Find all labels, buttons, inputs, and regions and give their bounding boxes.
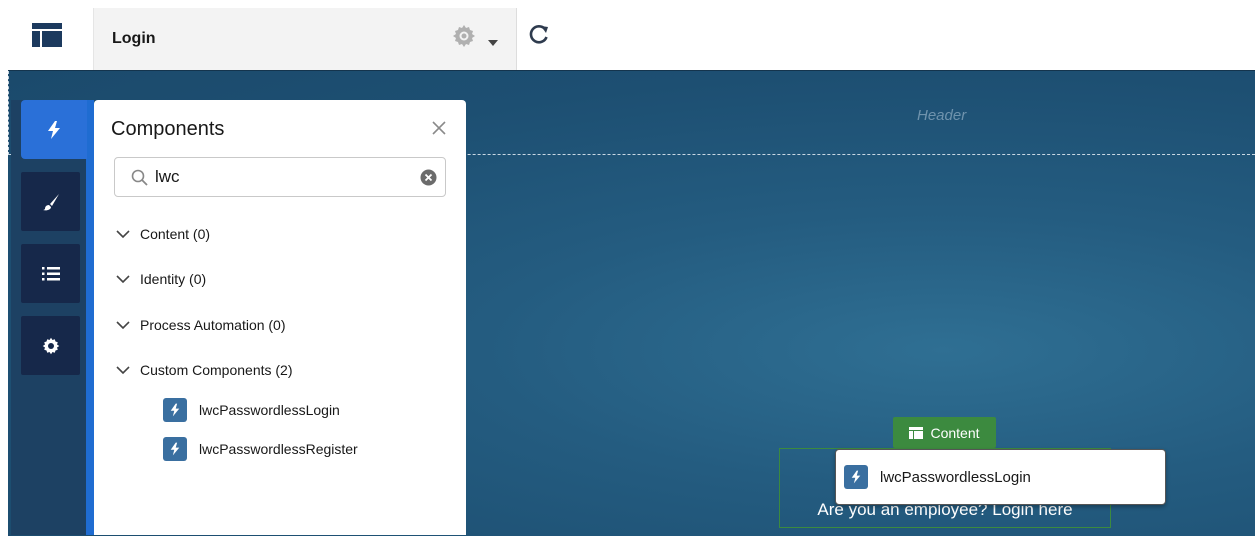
lightning-bolt-icon (163, 437, 187, 461)
search-icon (131, 169, 148, 186)
layout-button[interactable] (0, 0, 93, 70)
component-label: lwcPasswordlessLogin (199, 402, 340, 418)
chevron-down-icon (116, 365, 130, 374)
dragged-component-label: lwcPasswordlessLogin (880, 468, 1031, 486)
dock-components-button[interactable] (21, 100, 87, 159)
page-dropdown-button[interactable] (488, 34, 498, 52)
dock-settings-button[interactable] (21, 316, 80, 375)
section-process-automation[interactable]: Process Automation (0) (116, 314, 286, 336)
refresh-icon (529, 24, 548, 44)
page-settings-button[interactable] (452, 24, 476, 53)
paintbrush-icon (42, 193, 59, 210)
section-label: Identity (0) (140, 271, 207, 287)
clear-search-icon[interactable] (420, 169, 437, 186)
chevron-down-icon (116, 274, 130, 283)
layout-icon (31, 23, 62, 47)
page-name: Login (112, 30, 156, 47)
header-region-label: Header (917, 107, 967, 124)
component-search[interactable] (114, 157, 446, 197)
section-custom-components[interactable]: Custom Components (2) (116, 359, 293, 381)
chevron-down-icon (116, 229, 130, 238)
section-label: Content (0) (140, 226, 211, 242)
components-panel: Components Content (0) Identity (0) Proc… (94, 100, 466, 535)
lightning-bolt-icon (48, 120, 60, 139)
panel-title: Components (111, 118, 225, 140)
close-panel-button[interactable] (431, 120, 447, 141)
dragged-component-chip[interactable]: lwcPasswordlessLogin (835, 449, 1166, 505)
component-lwc-passwordless-register[interactable]: lwcPasswordlessRegister (163, 436, 358, 462)
caret-down-icon (488, 40, 498, 46)
lightning-bolt-icon (163, 398, 187, 422)
section-identity[interactable]: Identity (0) (116, 268, 206, 290)
dock-active-accent (86, 100, 94, 535)
component-label: lwcPasswordlessRegister (199, 441, 358, 457)
section-label: Process Automation (0) (140, 317, 286, 333)
close-icon (432, 121, 446, 135)
component-lwc-passwordless-login[interactable]: lwcPasswordlessLogin (163, 397, 340, 423)
layout-icon (909, 426, 924, 439)
builder-toolbar: Login (0, 0, 1255, 70)
list-icon (41, 266, 60, 280)
section-content[interactable]: Content (0) (116, 223, 210, 245)
page-selector[interactable]: Login (93, 8, 517, 70)
content-region-label: Content (930, 424, 980, 441)
lightning-bolt-icon (844, 465, 868, 489)
gear-icon (42, 337, 59, 354)
search-input[interactable] (155, 166, 405, 188)
content-region-tag[interactable]: Content (893, 417, 996, 448)
dock-navigator-button[interactable] (21, 244, 80, 303)
dock-theme-button[interactable] (21, 172, 80, 231)
refresh-button[interactable] (528, 24, 550, 51)
gear-icon (453, 25, 475, 47)
section-label: Custom Components (2) (140, 362, 293, 378)
chevron-down-icon (116, 320, 130, 329)
